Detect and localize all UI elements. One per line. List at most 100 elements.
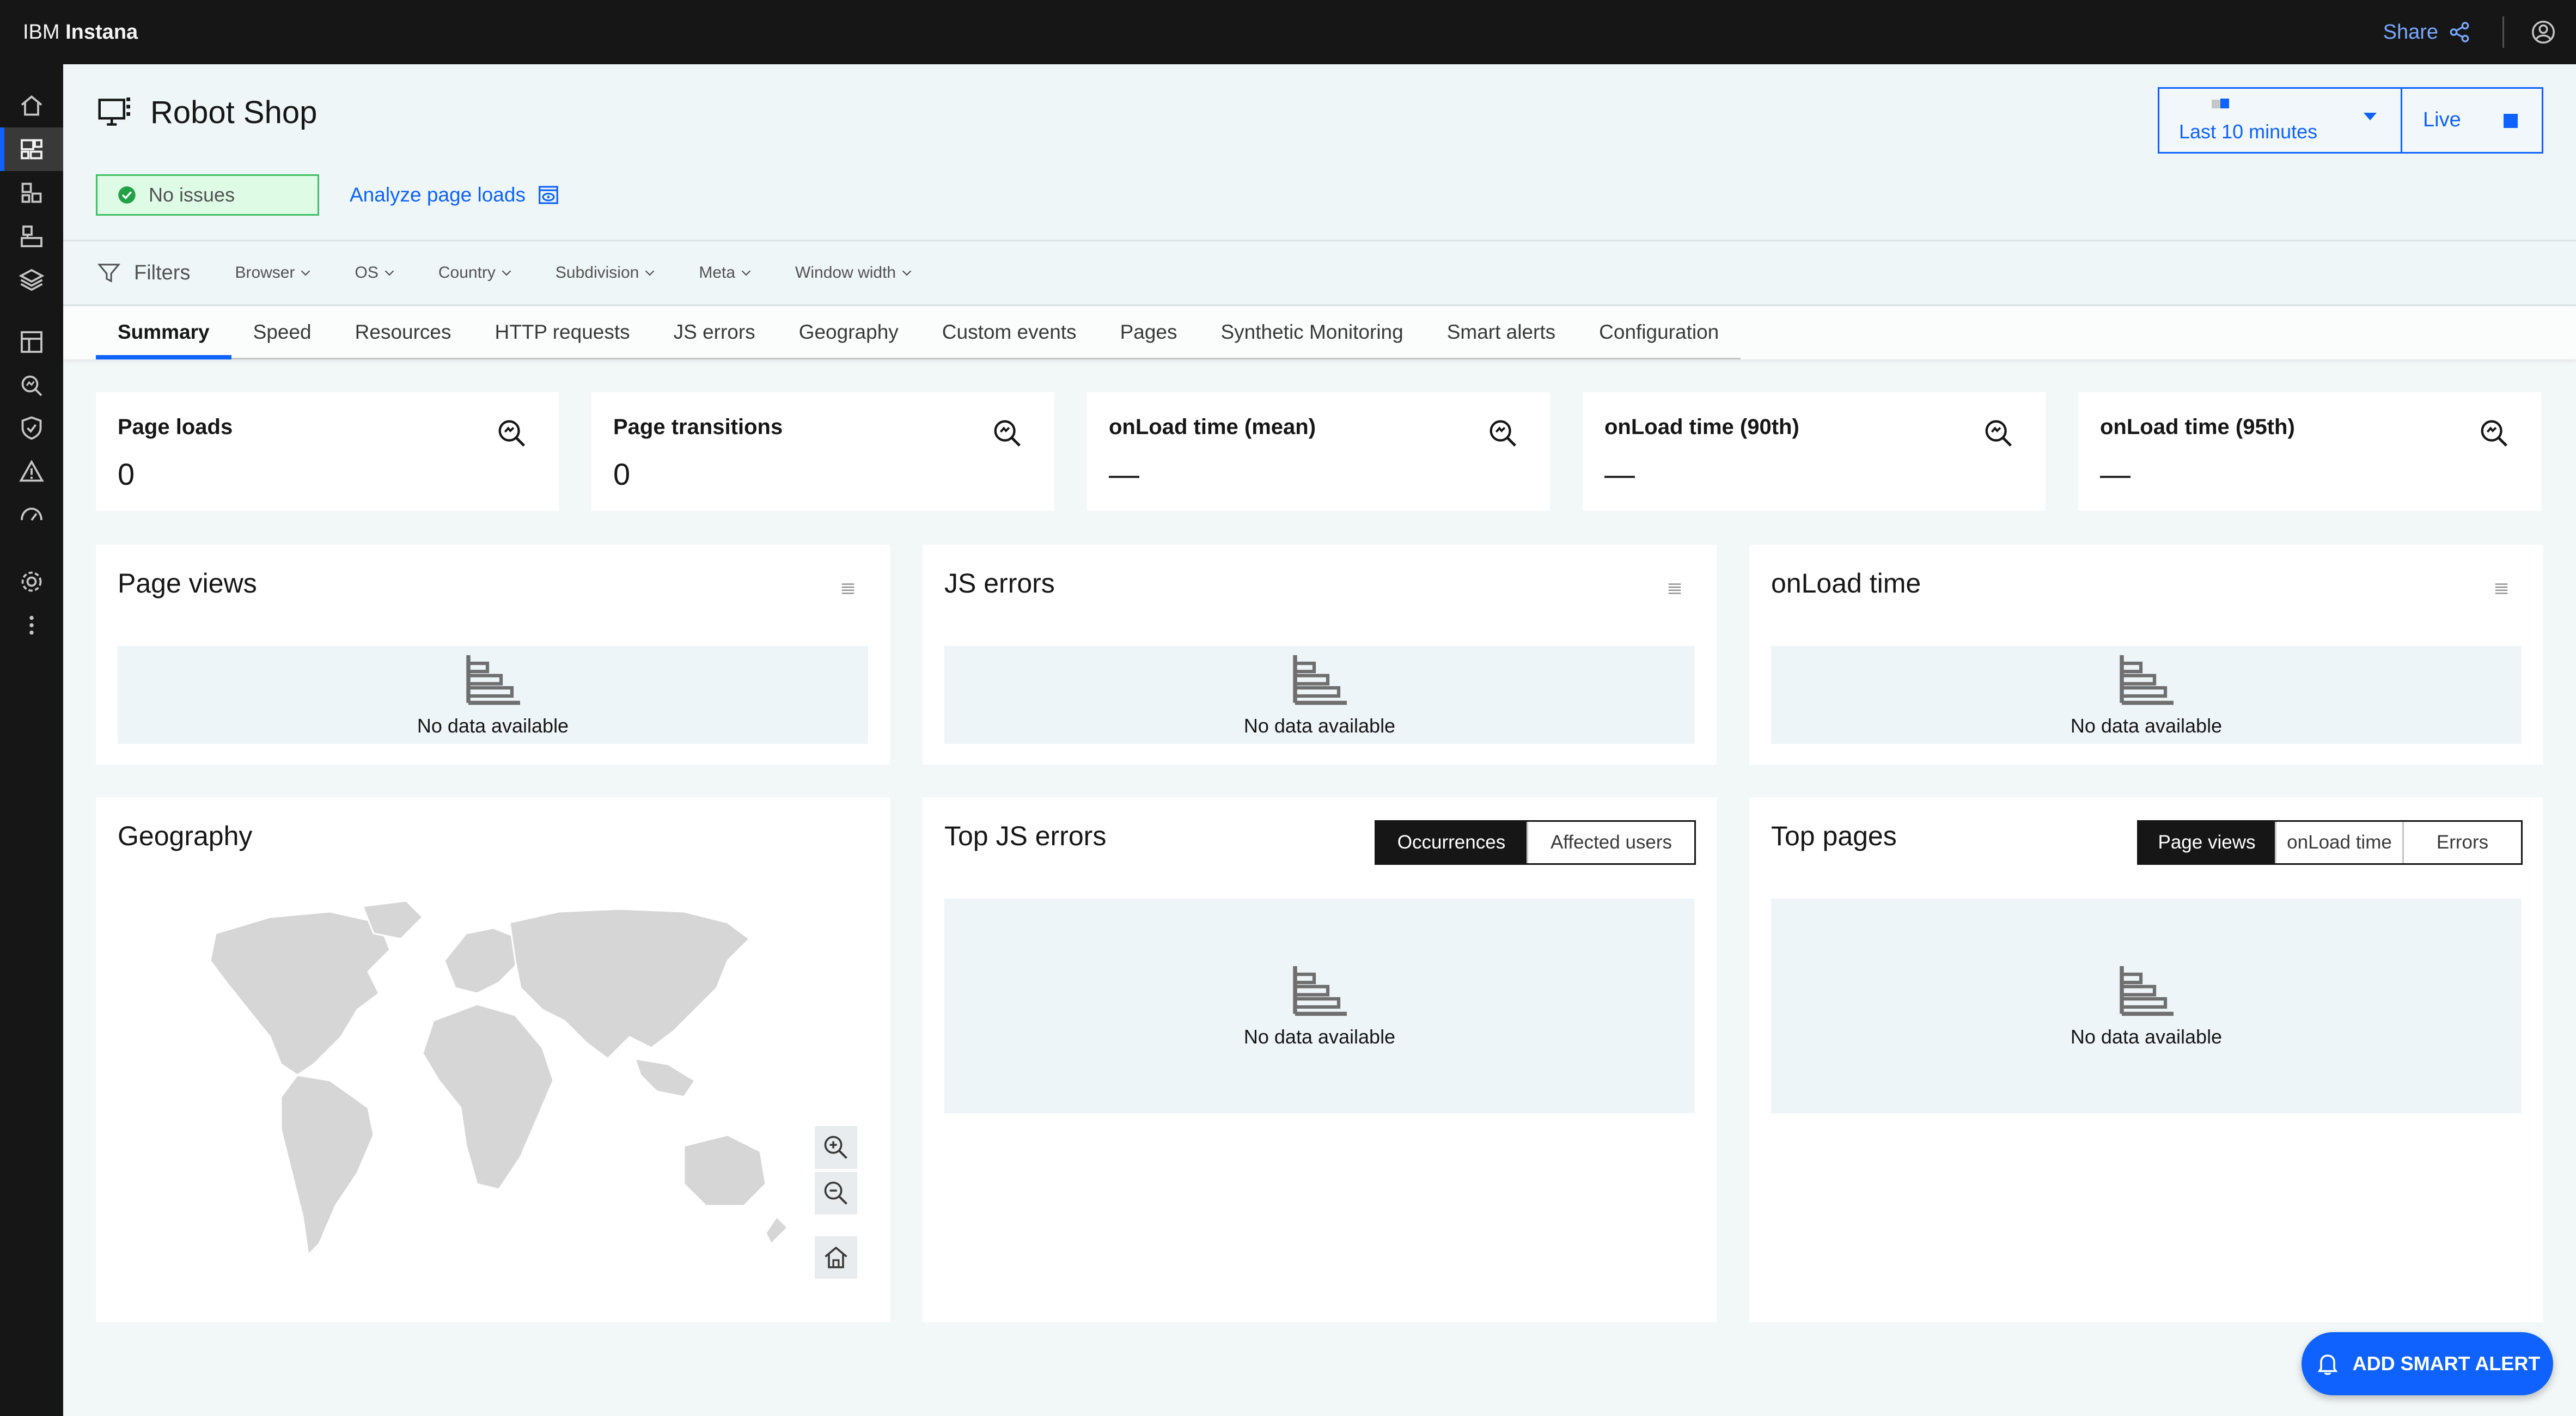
stop-icon: [2504, 114, 2518, 128]
status-text: No issues: [149, 184, 235, 206]
home-icon[interactable]: [0, 84, 63, 127]
chevron-down-icon: [741, 270, 751, 276]
filter-window-width[interactable]: Window width: [795, 264, 913, 282]
brand-name: Instana: [65, 20, 138, 44]
kpi-card-page-transitions: Page transitions 0: [591, 392, 1054, 511]
kpi-card-page-loads: Page loads 0: [96, 392, 559, 511]
filters-button[interactable]: Filters: [97, 261, 190, 285]
no-data-text: No data available: [2070, 1026, 2223, 1048]
panel-title: Geography: [118, 821, 253, 851]
southeast-asia: [633, 1058, 697, 1098]
kpi-value: —: [1109, 457, 1139, 491]
page-views-option[interactable]: Page views: [2139, 822, 2275, 863]
top-js-errors-toggle: Occurrences Affected users: [1375, 820, 1696, 865]
synthetic-icon[interactable]: [0, 493, 63, 537]
services-icon[interactable]: [0, 171, 63, 215]
tab-http-requests[interactable]: HTTP requests: [473, 306, 652, 358]
affected-users-option[interactable]: Affected users: [1527, 822, 1694, 863]
analyze-search-icon[interactable]: [2477, 416, 2511, 450]
chevron-down-icon: [301, 270, 310, 276]
panel-page-views: Page views No data available: [96, 545, 890, 765]
tab-synthetic-monitoring[interactable]: Synthetic Monitoring: [1199, 306, 1425, 358]
analyze-search-icon[interactable]: [495, 416, 528, 450]
reset-map-button[interactable]: [815, 1236, 857, 1279]
kpi-label: Page transitions: [613, 415, 783, 439]
timeline-marker: [2220, 99, 2229, 108]
occurrences-option[interactable]: Occurrences: [1376, 822, 1527, 863]
analyze-icon[interactable]: [0, 364, 63, 407]
tab-js-errors[interactable]: JS errors: [652, 306, 777, 358]
dashboard-icon[interactable]: [0, 320, 63, 364]
kpi-label: onLoad time (90th): [1604, 415, 1799, 439]
share-button[interactable]: Share: [2383, 21, 2471, 44]
filter-label: Subdivision: [555, 264, 639, 282]
tab-smart-alerts[interactable]: Smart alerts: [1425, 306, 1577, 358]
layers-icon[interactable]: [0, 258, 63, 302]
panel-title: JS errors: [944, 568, 1055, 599]
empty-chart-icon: [2120, 655, 2174, 705]
warning-icon[interactable]: [0, 450, 63, 493]
onload-time-option[interactable]: onLoad time: [2275, 822, 2402, 863]
kpi-card-onload-mean: onLoad time (mean) —: [1087, 392, 1550, 511]
caret-down-icon: [2364, 113, 2377, 120]
check-circle-icon: [118, 186, 136, 204]
filter-subdivision[interactable]: Subdivision: [556, 264, 656, 282]
panel-js-errors: JS errors No data available: [923, 545, 1717, 765]
more-options-icon[interactable]: [0, 603, 63, 647]
time-range-dropdown[interactable]: Last 10 minutes: [2159, 89, 2402, 152]
side-rail: [0, 64, 63, 1416]
add-smart-alert-button[interactable]: ADD SMART ALERT: [2302, 1332, 2553, 1395]
errors-option[interactable]: Errors: [2402, 822, 2521, 863]
shield-icon[interactable]: [0, 406, 63, 450]
menu-lines-icon[interactable]: [2493, 581, 2510, 597]
filter-label: OS: [355, 264, 379, 282]
live-toggle[interactable]: Live: [2402, 89, 2542, 152]
zoom-in-button[interactable]: [815, 1126, 857, 1169]
filter-os[interactable]: OS: [355, 264, 395, 282]
asia: [509, 908, 751, 1060]
tab-summary[interactable]: Summary: [96, 306, 231, 359]
analyze-search-icon[interactable]: [1981, 416, 2015, 450]
world-map[interactable]: [205, 901, 793, 1271]
menu-lines-icon[interactable]: [840, 581, 856, 597]
tab-resources[interactable]: Resources: [333, 306, 473, 358]
add-smart-alert-label: ADD SMART ALERT: [2352, 1352, 2541, 1375]
zoom-out-button[interactable]: [815, 1172, 857, 1214]
tab-pages[interactable]: Pages: [1098, 306, 1199, 358]
no-data-text: No data available: [1243, 715, 1396, 737]
tab-custom-events[interactable]: Custom events: [920, 306, 1098, 358]
analyze-page-loads-link[interactable]: Analyze page loads: [350, 174, 559, 216]
time-range-label: Last 10 minutes: [2179, 120, 2318, 143]
tab-configuration[interactable]: Configuration: [1577, 306, 1741, 358]
zoom-out-icon: [824, 1181, 847, 1205]
infrastructure-icon[interactable]: [0, 215, 63, 258]
filters-label: Filters: [134, 261, 191, 284]
website-monitor-icon: [98, 97, 130, 126]
filter-country[interactable]: Country: [438, 264, 513, 282]
africa: [422, 1003, 554, 1191]
tab-geography[interactable]: Geography: [777, 306, 920, 358]
filter-browser[interactable]: Browser: [235, 264, 312, 282]
filter-meta[interactable]: Meta: [699, 264, 753, 282]
panel-title: Top JS errors: [944, 821, 1107, 851]
chevron-down-icon: [645, 270, 655, 276]
menu-lines-icon[interactable]: [1667, 581, 1683, 597]
filter-icon: [97, 264, 121, 283]
filter-label: Meta: [699, 264, 736, 282]
kpi-value: —: [2100, 457, 2131, 491]
analyze-search-icon[interactable]: [1486, 416, 1519, 450]
analyze-search-icon[interactable]: [990, 416, 1024, 450]
bell-icon: [2317, 1354, 2338, 1375]
analyze-view-icon: [539, 186, 558, 204]
brand-logo[interactable]: IBM Instana: [23, 21, 138, 44]
zoom-in-icon: [824, 1136, 847, 1159]
websites-icon[interactable]: [0, 127, 63, 171]
gear-icon[interactable]: [0, 560, 63, 603]
chevron-down-icon: [502, 270, 511, 276]
tab-speed[interactable]: Speed: [231, 306, 333, 358]
page-header: Robot Shop No issues Analyze page loads …: [63, 64, 2576, 240]
header-divider: [2502, 16, 2504, 48]
panel-title: Page views: [118, 568, 257, 599]
user-avatar-icon[interactable]: [2531, 20, 2555, 44]
chevron-down-icon: [384, 270, 394, 276]
